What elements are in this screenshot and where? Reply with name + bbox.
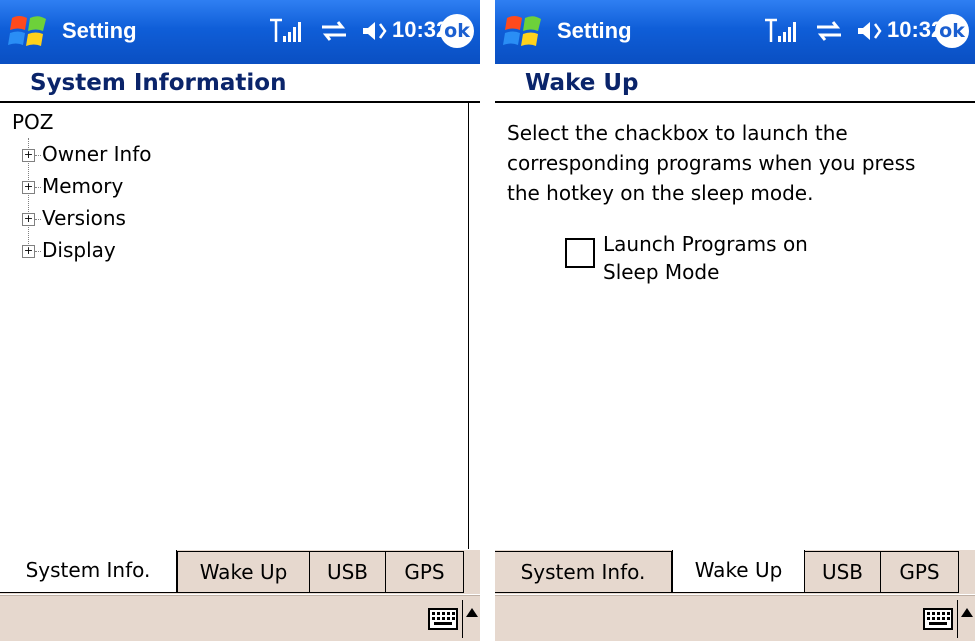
heading-divider — [495, 101, 975, 103]
input-arrow-icon[interactable] — [466, 608, 478, 617]
ok-button[interactable]: ok — [440, 14, 474, 48]
app-title: Setting — [62, 18, 137, 43]
keyboard-icon[interactable] — [923, 608, 953, 630]
tree-border — [468, 103, 480, 549]
expand-icon[interactable]: + — [22, 149, 35, 162]
system-info-tree: POZ + Owner Info + Memory + Versions + D… — [10, 108, 480, 548]
launch-programs-label[interactable]: Launch Programs on Sleep Mode — [603, 230, 903, 286]
input-arrow-icon[interactable] — [961, 608, 973, 617]
tab-strip: System Info. Wake Up USB GPS — [0, 550, 480, 594]
wake-up-description: Select the chackbox to launch the corres… — [507, 118, 967, 208]
tab-wake-up[interactable]: Wake Up — [177, 551, 310, 593]
tree-node-label: Display — [42, 238, 116, 262]
tree-branch — [35, 219, 41, 220]
keyboard-icon[interactable] — [428, 608, 458, 630]
windows-start-icon[interactable] — [8, 12, 50, 52]
checkbox-label-line: Sleep Mode — [603, 260, 720, 284]
checkbox-label-line: Launch Programs on — [603, 232, 808, 256]
tree-branch — [35, 251, 41, 252]
tab-gps[interactable]: GPS — [385, 551, 464, 593]
menu-bar — [495, 595, 975, 641]
tab-strip: System Info. Wake Up USB GPS — [495, 550, 975, 594]
tree-branch — [35, 155, 41, 156]
description-line: Select the chackbox to launch the — [507, 121, 848, 145]
description-line: corresponding programs when you press — [507, 151, 916, 175]
tree-node-label: Versions — [42, 206, 126, 230]
heading-divider — [0, 101, 480, 103]
input-separator — [462, 600, 463, 638]
description-line: the hotkey on the sleep mode. — [507, 181, 814, 205]
sync-icon[interactable] — [318, 18, 350, 44]
expand-icon[interactable]: + — [22, 245, 35, 258]
tree-root[interactable]: POZ — [12, 110, 54, 134]
title-bar: Setting 10:32 ok — [0, 0, 480, 64]
tab-wake-up[interactable]: Wake Up — [672, 550, 805, 593]
expand-icon[interactable]: + — [22, 181, 35, 194]
page-heading: System Information — [0, 64, 480, 100]
volume-icon[interactable] — [360, 18, 390, 44]
menu-bar — [0, 595, 480, 641]
input-separator — [957, 600, 958, 638]
page-title: System Information — [30, 70, 287, 96]
tab-system-info[interactable]: System Info. — [0, 550, 177, 593]
signal-icon[interactable] — [763, 16, 801, 46]
right-screen: Setting 10:32 ok Wake Up Select the chac… — [495, 0, 975, 641]
signal-icon[interactable] — [268, 16, 306, 46]
tab-gps[interactable]: GPS — [880, 551, 959, 593]
tab-system-info[interactable]: System Info. — [495, 551, 672, 593]
windows-start-icon[interactable] — [503, 12, 545, 52]
screen-gap — [480, 0, 495, 641]
page-heading: Wake Up — [495, 64, 975, 100]
launch-programs-checkbox[interactable] — [565, 238, 595, 268]
ok-button[interactable]: ok — [935, 14, 969, 48]
app-title: Setting — [557, 18, 632, 43]
tab-usb[interactable]: USB — [804, 551, 881, 593]
tab-usb[interactable]: USB — [309, 551, 386, 593]
sync-icon[interactable] — [813, 18, 845, 44]
tree-branch — [35, 187, 41, 188]
page-title: Wake Up — [525, 70, 639, 96]
left-screen: Setting 10:32 ok System Information POZ … — [0, 0, 480, 641]
expand-icon[interactable]: + — [22, 213, 35, 226]
volume-icon[interactable] — [855, 18, 885, 44]
tree-node-label: Owner Info — [42, 142, 152, 166]
tree-node-label: Memory — [42, 174, 124, 198]
title-bar: Setting 10:32 ok — [495, 0, 975, 64]
